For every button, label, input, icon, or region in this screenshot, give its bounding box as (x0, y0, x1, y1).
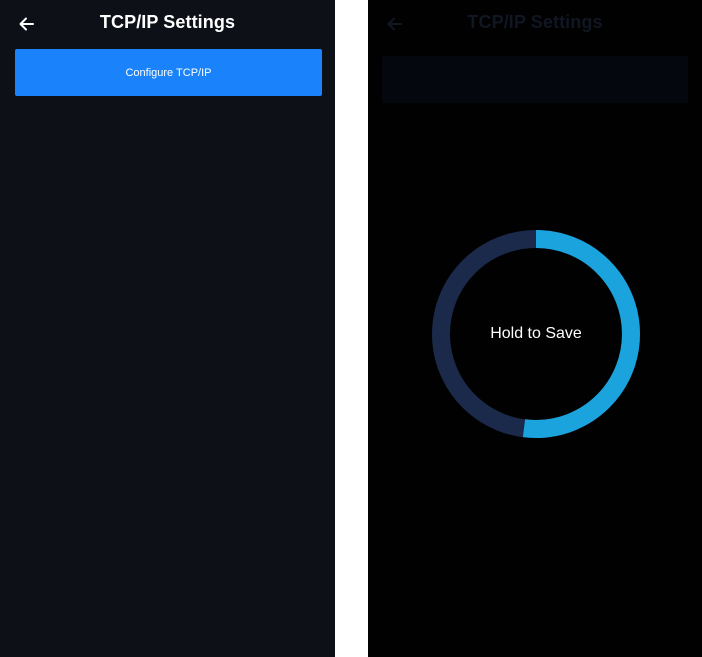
left-screen: TCP/IP Settings Configure TCP/IP (0, 0, 335, 657)
screenshot-canvas: TCP/IP Settings Configure TCP/IP TCP/IP … (0, 0, 702, 657)
page-title: TCP/IP Settings (99, 12, 236, 32)
hold-to-save-label: Hold to Save (490, 325, 582, 342)
configure-tcpip-button-dimmed (382, 56, 688, 103)
configure-tcpip-button[interactable]: Configure TCP/IP (15, 49, 322, 96)
app-header-dimmed: TCP/IP Settings (368, 0, 702, 48)
right-screen: TCP/IP Settings Hold to Save (368, 0, 702, 657)
page-title: TCP/IP Settings (467, 12, 603, 32)
hold-to-save-button[interactable]: Hold to Save (430, 226, 642, 442)
app-header: TCP/IP Settings (0, 0, 335, 48)
